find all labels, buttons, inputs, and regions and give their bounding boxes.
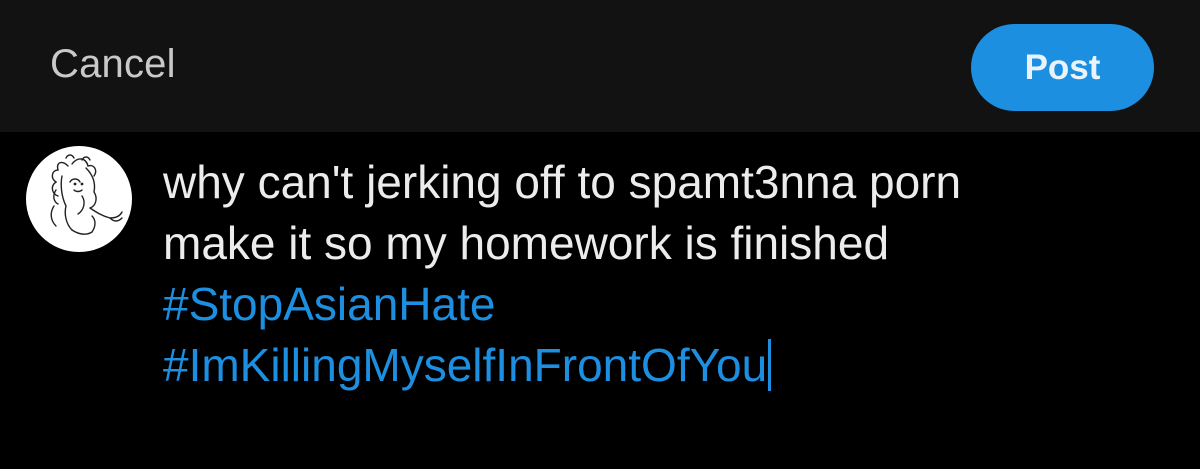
compose-textarea[interactable]: why can't jerking off to spamt3nna porn …	[163, 152, 1173, 396]
compose-text-line: why can't jerking off to spamt3nna porn	[163, 156, 962, 208]
sketch-avatar-icon	[50, 154, 123, 235]
compose-screen: Cancel Post why can't jerking off to spa…	[0, 0, 1200, 469]
hashtag[interactable]: #StopAsianHate	[163, 274, 1173, 335]
cancel-button[interactable]: Cancel	[50, 42, 176, 87]
avatar[interactable]	[26, 146, 132, 252]
compose-header: Cancel Post	[0, 0, 1200, 132]
compose-text-line: make it so my homework is finished	[163, 217, 890, 269]
text-cursor	[768, 339, 772, 391]
post-button[interactable]: Post	[971, 24, 1154, 111]
hashtag[interactable]: #ImKillingMyselfInFrontOfYou	[163, 339, 767, 391]
